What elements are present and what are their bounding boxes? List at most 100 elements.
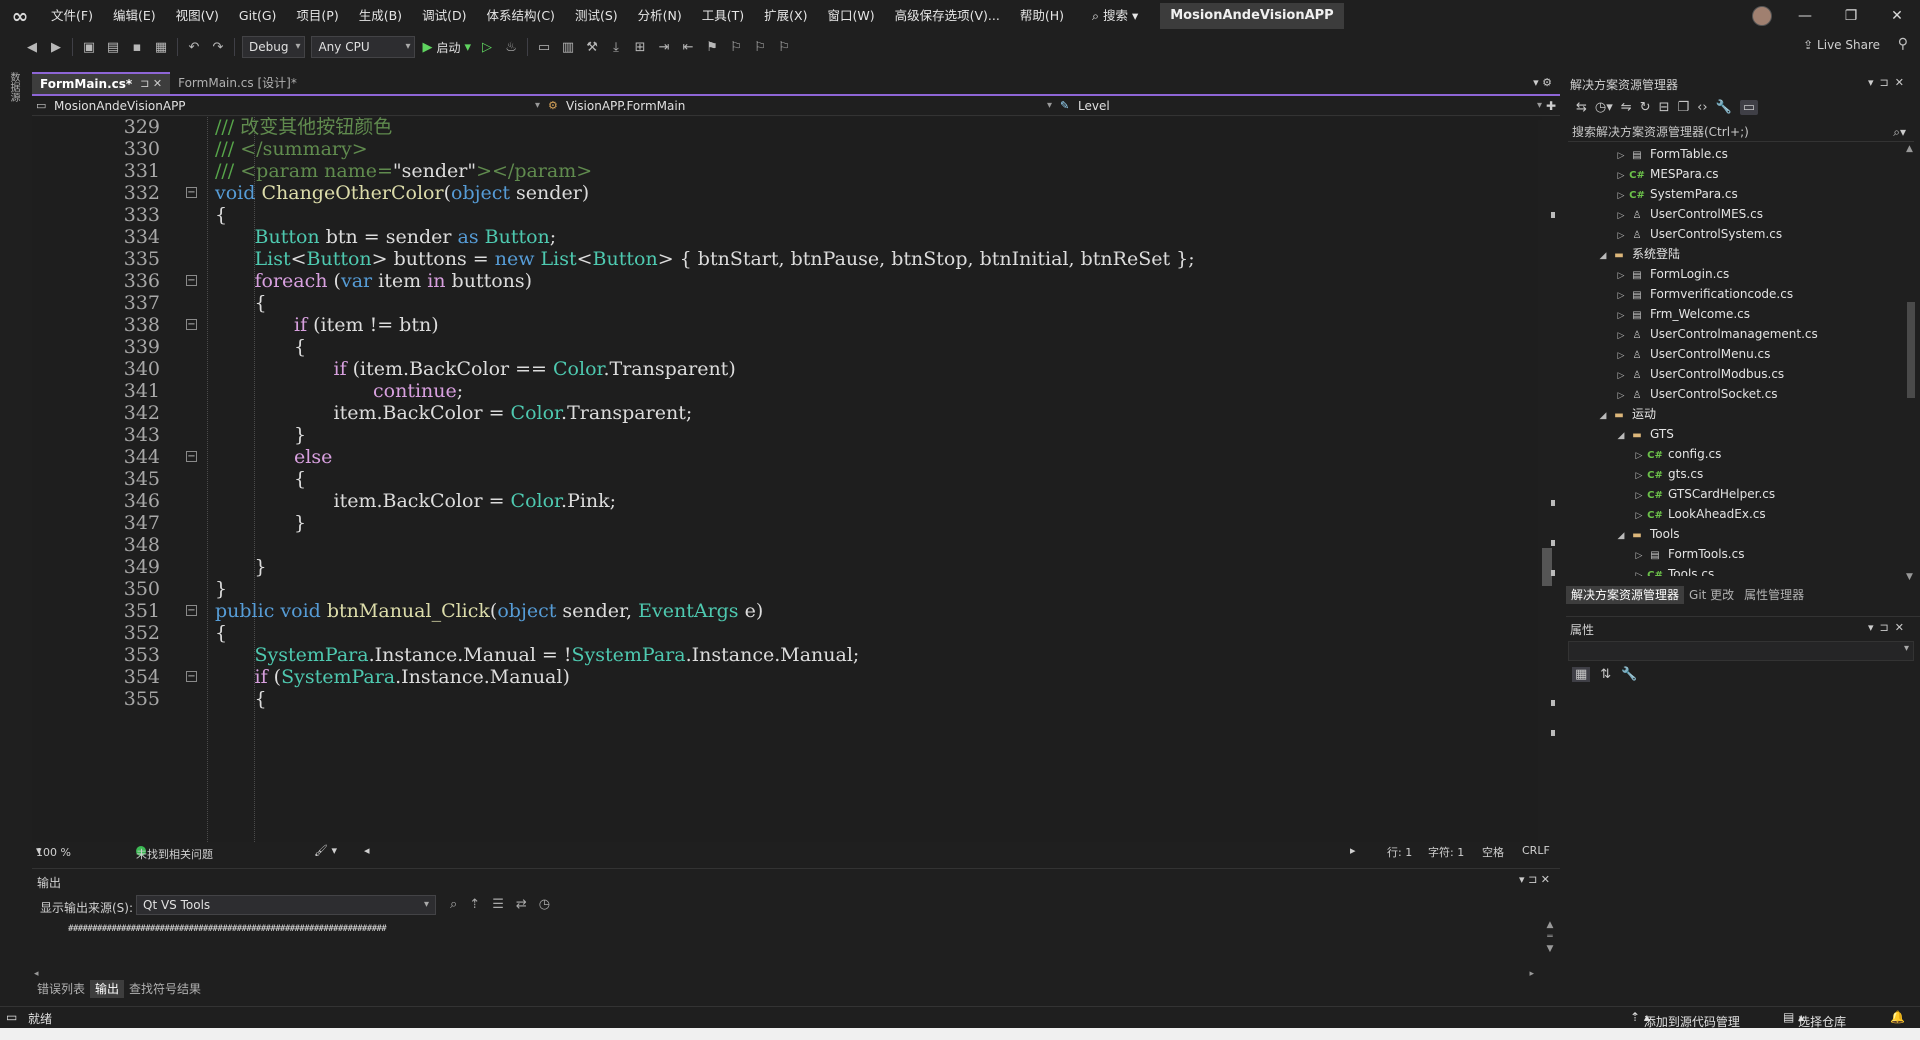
output-horizontal-scrollbar[interactable]: ◂ ▸ [32, 969, 1540, 979]
tree-item[interactable]: ▷ ♙ UserControlMenu.cs [1614, 344, 1771, 364]
menu-item[interactable]: 视图(V) [166, 0, 229, 32]
next-bookmark-icon[interactable]: ⚐ [750, 37, 770, 57]
solution-explorer-search-input[interactable]: 搜索解决方案资源管理器(Ctrl+;) ⌕▾ [1568, 122, 1914, 142]
collapse-arrow-icon[interactable]: ◢ [1614, 426, 1628, 446]
menu-item[interactable]: 文件(F) [41, 0, 103, 32]
prev-message-icon[interactable]: ⇡ [469, 897, 492, 912]
collapse-region-icon[interactable]: − [186, 319, 197, 330]
tree-item[interactable]: ▷ C# MESPara.cs [1614, 164, 1719, 184]
menu-item[interactable]: 测试(S) [565, 0, 628, 32]
expand-arrow-icon[interactable]: ▷ [1632, 506, 1646, 526]
menu-item[interactable]: Git(G) [229, 0, 287, 32]
expand-arrow-icon[interactable]: ▷ [1614, 186, 1628, 206]
view-code-icon[interactable]: ‹› [1697, 100, 1707, 115]
save-icon[interactable]: ▪ [127, 37, 147, 57]
cleanup-icon[interactable]: 🖌 ▾ [314, 844, 337, 857]
search-button[interactable]: ⌕ 搜索 ▾ [1082, 0, 1148, 32]
tree-item[interactable]: ▷ ▤ Frm_Welcome.cs [1614, 304, 1750, 324]
collapse-all-icon[interactable]: ⊟ [1659, 100, 1670, 115]
alphabetical-icon[interactable]: ⇅ [1600, 667, 1611, 682]
member-dropdown[interactable]: ✎ Level [1056, 96, 1546, 116]
expand-arrow-icon[interactable]: ▷ [1614, 386, 1628, 406]
collapse-arrow-icon[interactable]: ◢ [1596, 406, 1610, 426]
new-project-icon[interactable]: ▣ [79, 37, 99, 57]
expand-arrow-icon[interactable]: ▷ [1632, 446, 1646, 466]
refresh-icon[interactable]: ↻ [1640, 100, 1651, 115]
redo-icon[interactable]: ↷ [208, 37, 228, 57]
data-sources-tab[interactable]: 数据源 [8, 72, 21, 102]
tab-pin-close-icon[interactable]: ⊐ ✕ [140, 73, 162, 95]
select-repository-button[interactable]: ▤ 选择仓库 ▴ [1783, 1010, 1846, 1029]
add-to-source-control-button[interactable]: ⇡ 添加到源代码管理 ▴ [1630, 1010, 1740, 1029]
start-debugging-button[interactable]: ▶ 启动 ▾ [422, 39, 471, 56]
solution-name-badge[interactable]: MosionAndeVisionAPP [1160, 3, 1344, 29]
menu-item[interactable]: 工具(T) [692, 0, 754, 32]
bottom-panel-tab[interactable]: 错误列表 [32, 980, 90, 998]
char-indicator[interactable]: 字符: 1 [1428, 844, 1464, 860]
solution-explorer-tab[interactable]: Git 更改 [1684, 586, 1739, 604]
collapse-arrow-icon[interactable]: ◢ [1614, 526, 1628, 546]
menu-item[interactable]: 生成(B) [349, 0, 412, 32]
tree-item[interactable]: ▷ ▤ FormTools.cs [1632, 544, 1745, 566]
code-editor[interactable]: 329/// 改变其他按钮颜色 330/// </summary> 331/// <… [32, 117, 1542, 842]
tree-item[interactable]: ◢ ▬ 系统登陆 [1596, 244, 1680, 264]
save-all-icon[interactable]: ▦ [151, 37, 171, 57]
properties-icon[interactable]: 🔧 [1716, 100, 1732, 115]
solution-explorer-controls[interactable]: ▾⊐✕ [1868, 76, 1910, 89]
live-share-button[interactable]: ⇪ Live Share [1803, 38, 1880, 52]
collapse-region-icon[interactable]: − [186, 451, 197, 462]
scroll-left-icon[interactable]: ◂ [364, 844, 370, 857]
expand-arrow-icon[interactable]: ▷ [1632, 566, 1646, 576]
solution-tree-scrollbar[interactable]: ▲ ▼ [1904, 144, 1918, 582]
output-vertical-scrollbar[interactable]: ▲ ═ ▼ [1542, 919, 1558, 969]
toolbox-icon[interactable]: ⚒ [582, 37, 602, 57]
browser-link-icon[interactable]: ▭ [534, 37, 554, 57]
navigate-back-icon[interactable]: ◀ [22, 37, 42, 57]
split-editor-icon[interactable]: ✚ [1546, 99, 1560, 113]
editor-scroll-thumb[interactable] [1542, 548, 1552, 586]
expand-arrow-icon[interactable]: ▷ [1614, 286, 1628, 306]
configuration-select[interactable]: Debug [242, 36, 306, 58]
menu-item[interactable]: 调试(D) [412, 0, 476, 32]
zoom-level[interactable]: 100 % ▾ [36, 844, 71, 859]
solution-tree-scroll-thumb[interactable] [1907, 302, 1915, 398]
preview-selected-icon[interactable]: ▭ [1739, 99, 1759, 115]
notifications-icon[interactable]: 🔔 [1890, 1010, 1905, 1024]
tree-item[interactable]: ▷ ♙ UserControlSystem.cs [1614, 224, 1783, 244]
tree-item[interactable]: ▷ ▤ FormLogin.cs [1614, 264, 1730, 286]
code-line[interactable]: 355 { [32, 686, 1542, 713]
tree-item[interactable]: ▷ ♙ UserControlmanagement.cs [1614, 324, 1818, 344]
expand-arrow-icon[interactable]: ▷ [1632, 466, 1646, 486]
property-pages-icon[interactable]: 🔧 [1621, 667, 1637, 682]
tree-item[interactable]: ▷ C# LookAheadEx.cs [1632, 504, 1766, 524]
switch-views-icon[interactable]: ⇆ [1576, 100, 1587, 115]
expand-arrow-icon[interactable]: ▷ [1614, 266, 1628, 286]
clear-bookmarks-icon[interactable]: ⚐ [774, 37, 794, 57]
scroll-right-icon[interactable]: ▸ [1350, 844, 1356, 857]
tree-item[interactable]: ◢ ▬ 运动 [1596, 404, 1656, 424]
expand-arrow-icon[interactable]: ▷ [1614, 166, 1628, 186]
properties-object-select[interactable] [1568, 641, 1914, 661]
indent-icon[interactable]: ⇥ [654, 37, 674, 57]
expand-arrow-icon[interactable]: ▷ [1614, 146, 1628, 166]
expand-arrow-icon[interactable]: ▷ [1632, 546, 1646, 566]
start-without-debugging-icon[interactable]: ▷ [477, 37, 497, 57]
tree-item[interactable]: ◢ ▬ Tools [1614, 524, 1680, 544]
hot-reload-icon[interactable]: ♨ [501, 37, 521, 57]
timestamp-icon[interactable]: ◷ [539, 897, 562, 912]
eol-indicator[interactable]: CRLF [1522, 844, 1550, 857]
open-file-icon[interactable]: ▤ [103, 37, 123, 57]
history-icon[interactable]: ◷▾ [1595, 100, 1613, 115]
document-tab[interactable]: FormMain.cs [设计]* [170, 72, 305, 94]
project-dropdown[interactable]: ▭ MosionAndeVisionAPP [32, 96, 544, 116]
tree-item[interactable]: ▷ C# config.cs [1632, 444, 1722, 466]
collapse-region-icon[interactable]: − [186, 671, 197, 682]
menu-item[interactable]: 高级保存选项(V)... [885, 0, 1010, 32]
solution-explorer-tab[interactable]: 解决方案资源管理器 [1566, 586, 1685, 604]
undo-icon[interactable]: ↶ [184, 37, 204, 57]
collapse-region-icon[interactable]: − [186, 275, 197, 286]
bottom-panel-tab[interactable]: 查找符号结果 [124, 980, 206, 998]
feedback-icon[interactable]: ⚲ [1898, 36, 1908, 52]
solution-explorer-tab[interactable]: 属性管理器 [1739, 586, 1809, 604]
expand-arrow-icon[interactable]: ▷ [1614, 366, 1628, 386]
